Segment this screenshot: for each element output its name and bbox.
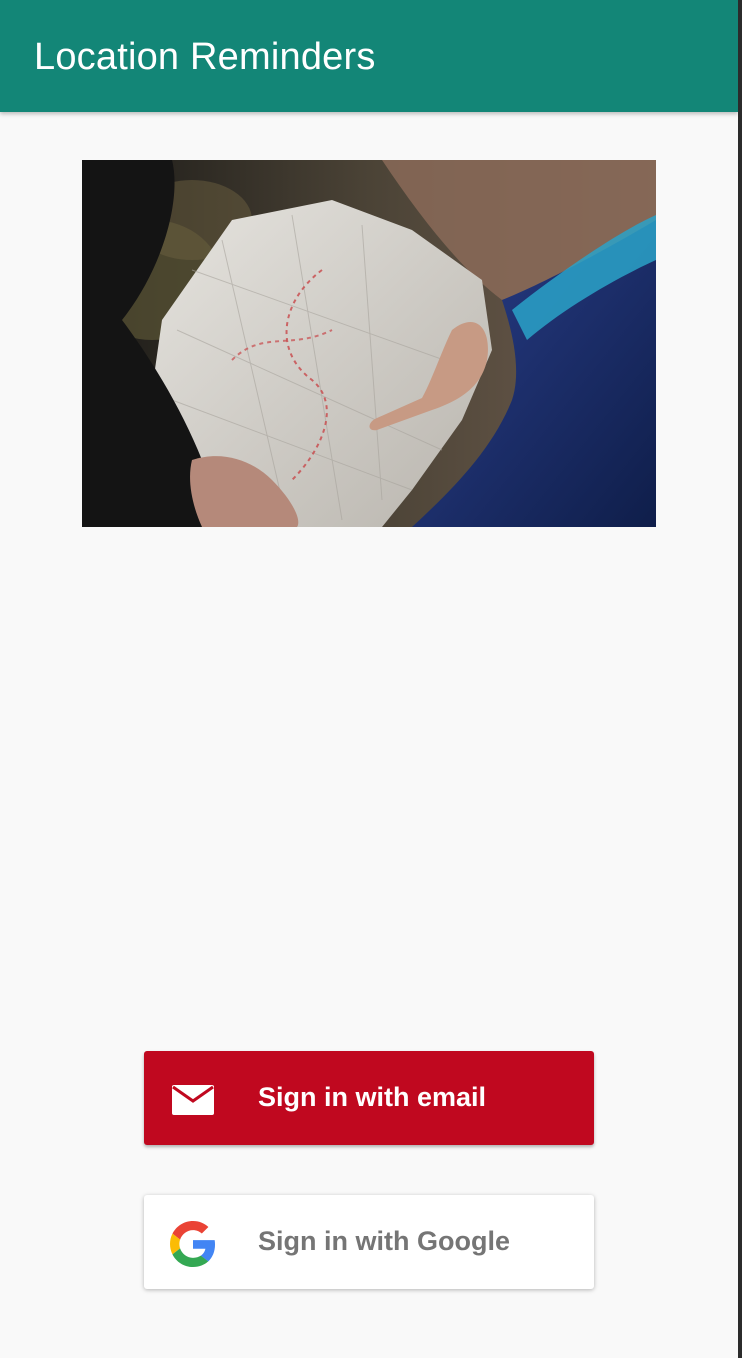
envelope-icon	[170, 1077, 216, 1123]
hero-image	[82, 160, 656, 527]
app-bar: Location Reminders	[0, 0, 738, 112]
map-photo-illustration	[82, 160, 656, 527]
google-logo-icon	[170, 1221, 216, 1267]
sign-in-google-label: Sign in with Google	[258, 1226, 510, 1256]
sign-in-google-button[interactable]: Sign in with Google	[144, 1195, 594, 1289]
sign-in-email-button[interactable]: Sign in with email	[144, 1051, 594, 1145]
app-title: Location Reminders	[34, 36, 376, 78]
sign-in-email-label: Sign in with email	[258, 1082, 487, 1112]
window-edge	[738, 0, 742, 1358]
login-screen: Location Reminders Sign in with email Si…	[0, 0, 738, 1358]
